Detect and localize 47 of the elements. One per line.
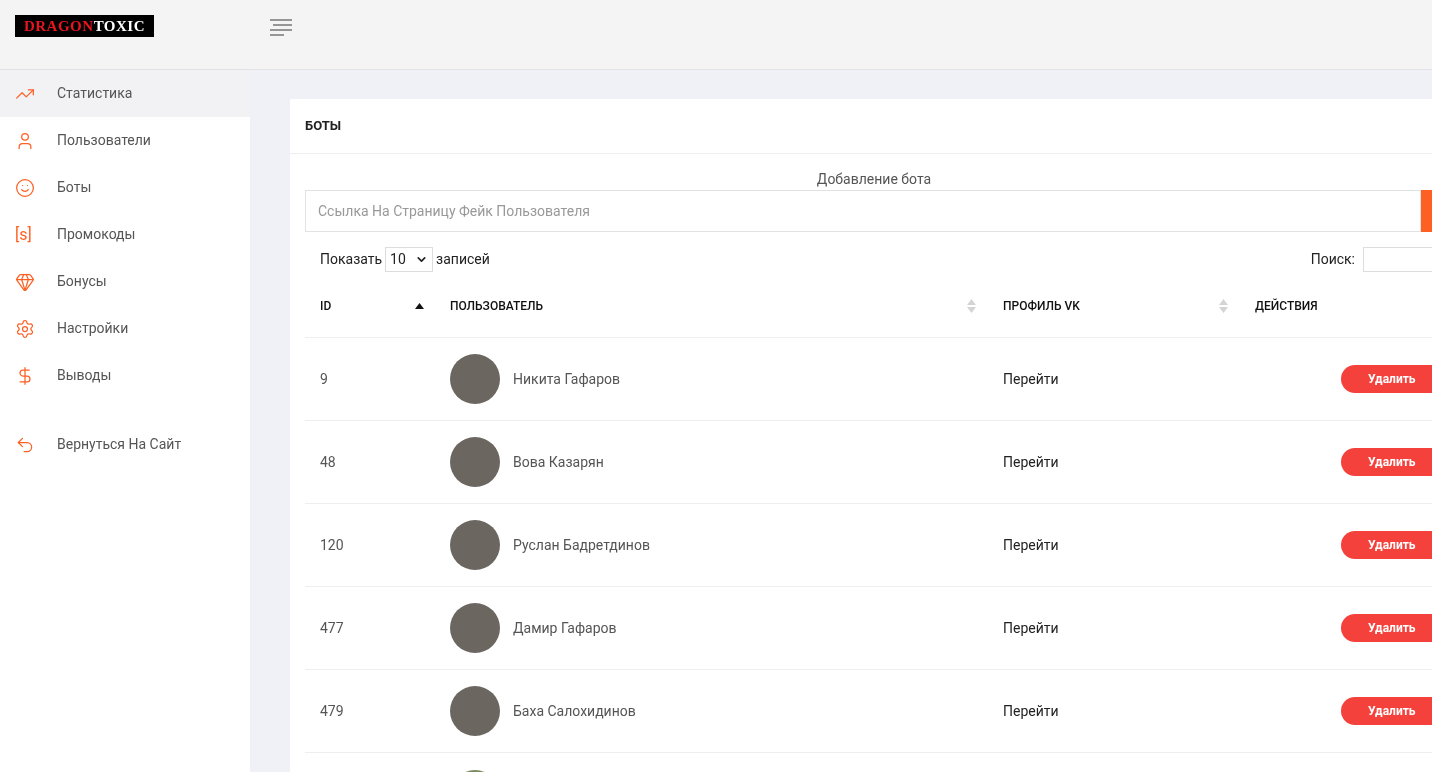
- delete-button[interactable]: Удалить: [1341, 365, 1432, 393]
- smile-icon: [15, 177, 35, 198]
- avatar-photo-placeholder: [450, 686, 500, 736]
- entries-select[interactable]: 10: [385, 247, 434, 272]
- promo-icon: [s]: [15, 226, 35, 243]
- column-header: ДЕЙСТВИЯ: [1255, 297, 1318, 315]
- show-label: Показать: [320, 250, 383, 269]
- settings-icon: [15, 318, 35, 339]
- delete-button[interactable]: Удалить: [1341, 697, 1432, 725]
- user-name: Баха Салохидинов: [513, 701, 636, 721]
- vk-profile-link[interactable]: Перейти: [1003, 451, 1059, 473]
- vk-profile-link[interactable]: Перейти: [1003, 368, 1059, 390]
- card-title: БОТЫ: [305, 117, 342, 136]
- user-name: Вова Казарян: [513, 452, 604, 472]
- vk-profile-link[interactable]: Перейти: [1003, 534, 1059, 556]
- delete-button[interactable]: Удалить: [1341, 531, 1432, 559]
- user-name: Никита Гафаров: [513, 369, 620, 389]
- back-to-site-link[interactable]: Вернуться На Сайт: [0, 421, 250, 468]
- logo[interactable]: DRAGONTOXIC: [15, 15, 154, 37]
- id-cell-text: 479: [319, 701, 345, 721]
- entries-label: записей: [436, 250, 490, 269]
- vk-profile-link[interactable]: Перейти: [1003, 700, 1059, 722]
- delete-button[interactable]: Удалить: [1341, 448, 1432, 476]
- sort-icon[interactable]: [967, 299, 976, 313]
- column-header[interactable]: ПОЛЬЗОВАТЕЛЬ: [450, 297, 544, 315]
- delete-button[interactable]: Удалить: [1341, 614, 1432, 642]
- diamond-icon: [15, 271, 35, 292]
- avatar-photo-placeholder: [450, 437, 500, 487]
- column-header[interactable]: ID: [320, 297, 332, 315]
- sidebar-item[interactable]: Статистика: [0, 70, 250, 117]
- avatar-photo-placeholder: [450, 603, 500, 653]
- add-bot-label: Добавление бота: [816, 170, 932, 189]
- id-cell-text: 9: [319, 369, 329, 389]
- id-cell-text: 120: [319, 535, 345, 555]
- avatar-photo-placeholder: [450, 520, 500, 570]
- bot-link-field[interactable]: Ссылка На Страницу Фейк Пользователя: [305, 190, 1421, 232]
- sort-icon[interactable]: [1219, 299, 1228, 313]
- search-label: Поиск:: [1310, 250, 1355, 269]
- user-name: Руслан Бадретдинов: [513, 535, 650, 555]
- id-cell-text: 477: [319, 618, 345, 638]
- column-header[interactable]: ПРОФИЛЬ VK: [1003, 297, 1080, 315]
- id-cell-text: 48: [319, 452, 337, 472]
- user-name: Дамир Гафаров: [513, 618, 617, 638]
- avatar-photo-placeholder: [450, 354, 500, 404]
- sort-ascending-icon[interactable]: [415, 303, 424, 309]
- menu-icon[interactable]: [270, 19, 292, 37]
- vk-profile-link[interactable]: Перейти: [1003, 617, 1059, 639]
